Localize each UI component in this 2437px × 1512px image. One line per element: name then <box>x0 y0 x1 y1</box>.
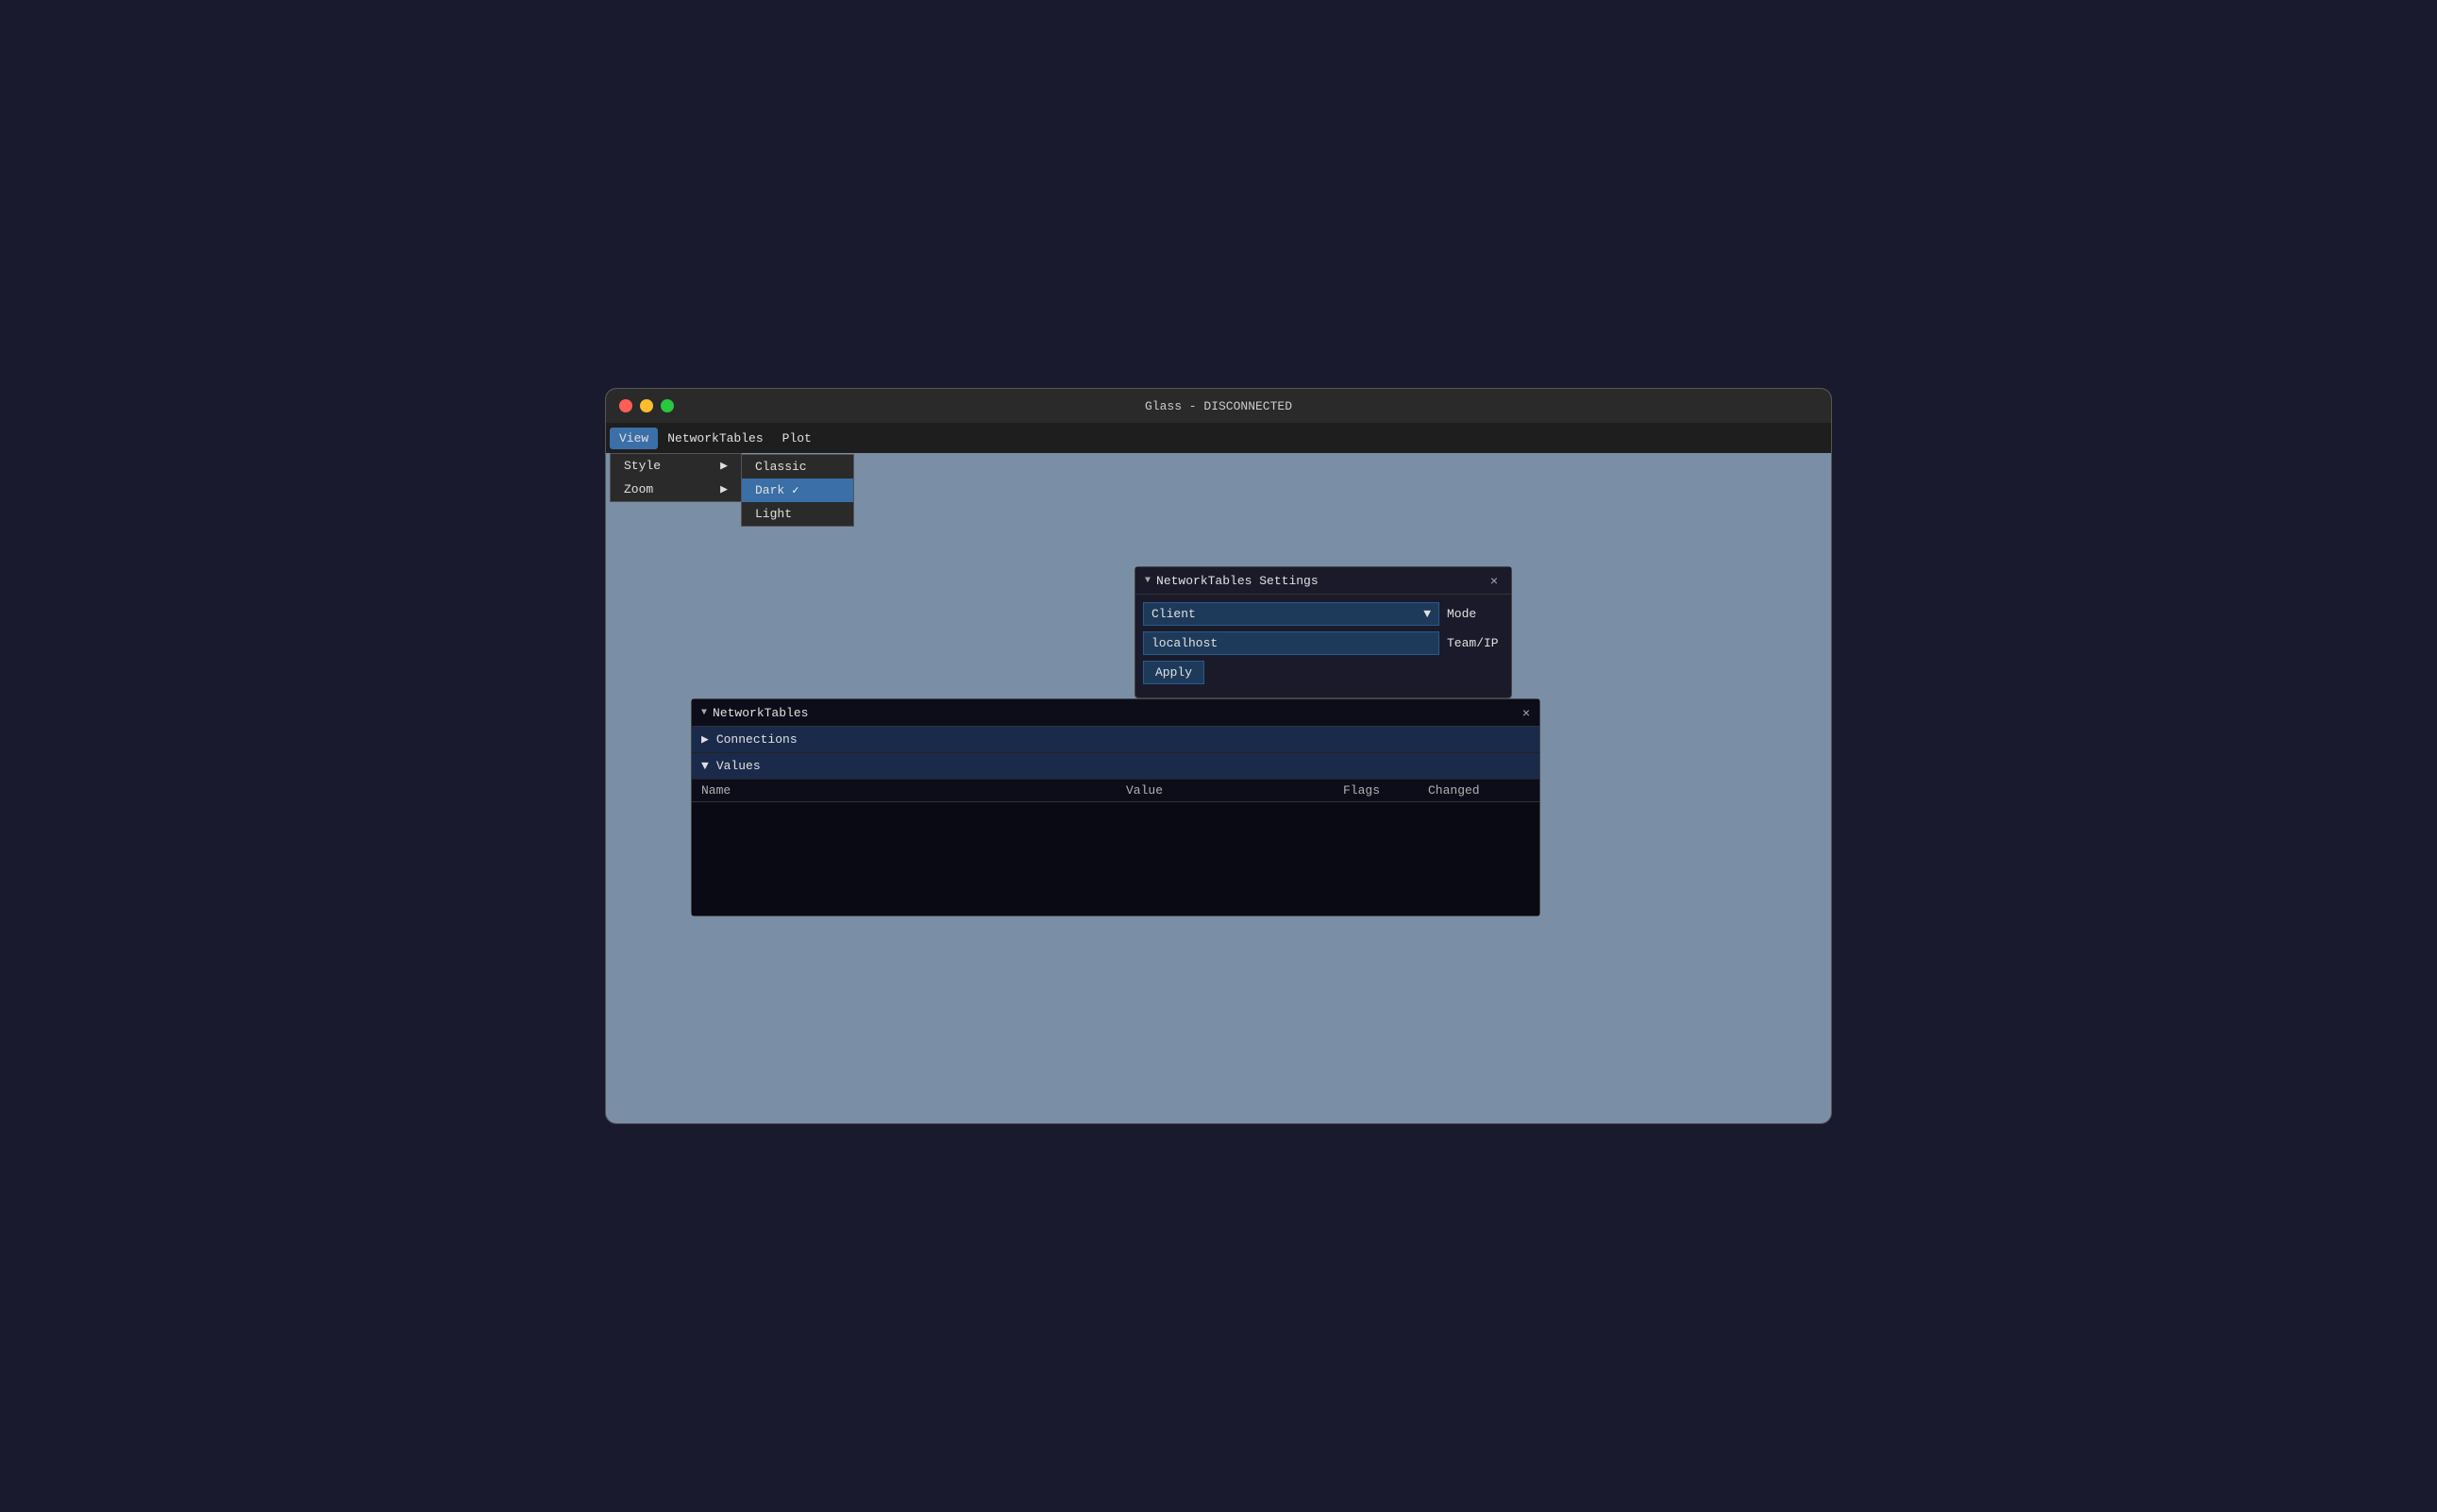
settings-dialog-header: ▼ NetworkTables Settings × <box>1135 567 1511 595</box>
nt-panel-close-button[interactable]: × <box>1522 705 1530 720</box>
window-controls <box>619 399 674 412</box>
main-area: Style ▶ Zoom ▶ Classic Dark ✓ Light <box>606 453 1831 1123</box>
settings-close-button[interactable]: × <box>1487 573 1502 588</box>
values-collapse-icon: ▼ <box>701 759 709 773</box>
connections-section[interactable]: ▶ Connections <box>692 727 1539 753</box>
style-light[interactable]: Light <box>742 502 853 526</box>
window-title: Glass - DISCONNECTED <box>1145 399 1292 413</box>
nt-panel-title: ▼ NetworkTables <box>701 706 808 720</box>
settings-server-row: Team/IP <box>1143 631 1504 655</box>
menu-item-networktables[interactable]: NetworkTables <box>658 428 772 449</box>
values-section[interactable]: ▼ Values <box>692 753 1539 780</box>
settings-collapse-arrow[interactable]: ▼ <box>1145 576 1151 586</box>
view-dropdown: Style ▶ Zoom ▶ Classic Dark ✓ Light <box>610 453 742 502</box>
nt-panel-collapse-arrow[interactable]: ▼ <box>701 708 707 718</box>
style-submenu: Classic Dark ✓ Light <box>741 454 854 527</box>
menu-item-view[interactable]: View <box>610 428 658 449</box>
mode-dropdown-icon: ▼ <box>1423 607 1431 621</box>
col-changed: Changed <box>1428 783 1541 798</box>
col-value: Value <box>1126 783 1343 798</box>
style-dark[interactable]: Dark ✓ <box>742 479 853 502</box>
server-input[interactable] <box>1143 631 1439 655</box>
close-button[interactable] <box>619 399 632 412</box>
settings-mode-row: Client ▼ Mode <box>1143 602 1504 626</box>
menu-item-plot[interactable]: Plot <box>773 428 821 449</box>
zoom-sub-arrow: ▶ <box>720 482 728 496</box>
table-body <box>692 802 1539 916</box>
minimize-button[interactable] <box>640 399 653 412</box>
col-flags: Flags <box>1343 783 1428 798</box>
style-classic[interactable]: Classic <box>742 455 853 479</box>
dropdown-item-style[interactable]: Style ▶ <box>611 454 741 478</box>
apply-button[interactable]: Apply <box>1143 661 1204 684</box>
table-header: Name Value Flags Changed <box>692 780 1539 802</box>
dropdown-item-zoom[interactable]: Zoom ▶ <box>611 478 741 501</box>
team-ip-label: Team/IP <box>1447 636 1504 650</box>
connections-collapse-icon: ▶ <box>701 732 709 747</box>
mode-label: Mode <box>1447 607 1504 621</box>
nt-panel-header: ▼ NetworkTables × <box>692 699 1539 727</box>
col-name: Name <box>701 783 1126 798</box>
nt-settings-dialog: ▼ NetworkTables Settings × Client ▼ Mode… <box>1134 566 1512 698</box>
settings-dialog-title: ▼ NetworkTables Settings <box>1145 574 1319 588</box>
nt-panel: ▼ NetworkTables × ▶ Connections ▼ Values… <box>691 698 1540 916</box>
maximize-button[interactable] <box>661 399 674 412</box>
title-bar: Glass - DISCONNECTED <box>606 389 1831 423</box>
settings-dialog-body: Client ▼ Mode Team/IP Apply <box>1135 595 1511 697</box>
settings-apply-row: Apply <box>1143 661 1504 684</box>
dark-checkmark: ✓ <box>792 483 798 497</box>
app-window: Glass - DISCONNECTED View NetworkTables … <box>605 388 1832 1124</box>
mode-select[interactable]: Client ▼ <box>1143 602 1439 626</box>
menu-bar: View NetworkTables Plot <box>606 423 1831 453</box>
style-sub-arrow: ▶ <box>720 459 728 473</box>
